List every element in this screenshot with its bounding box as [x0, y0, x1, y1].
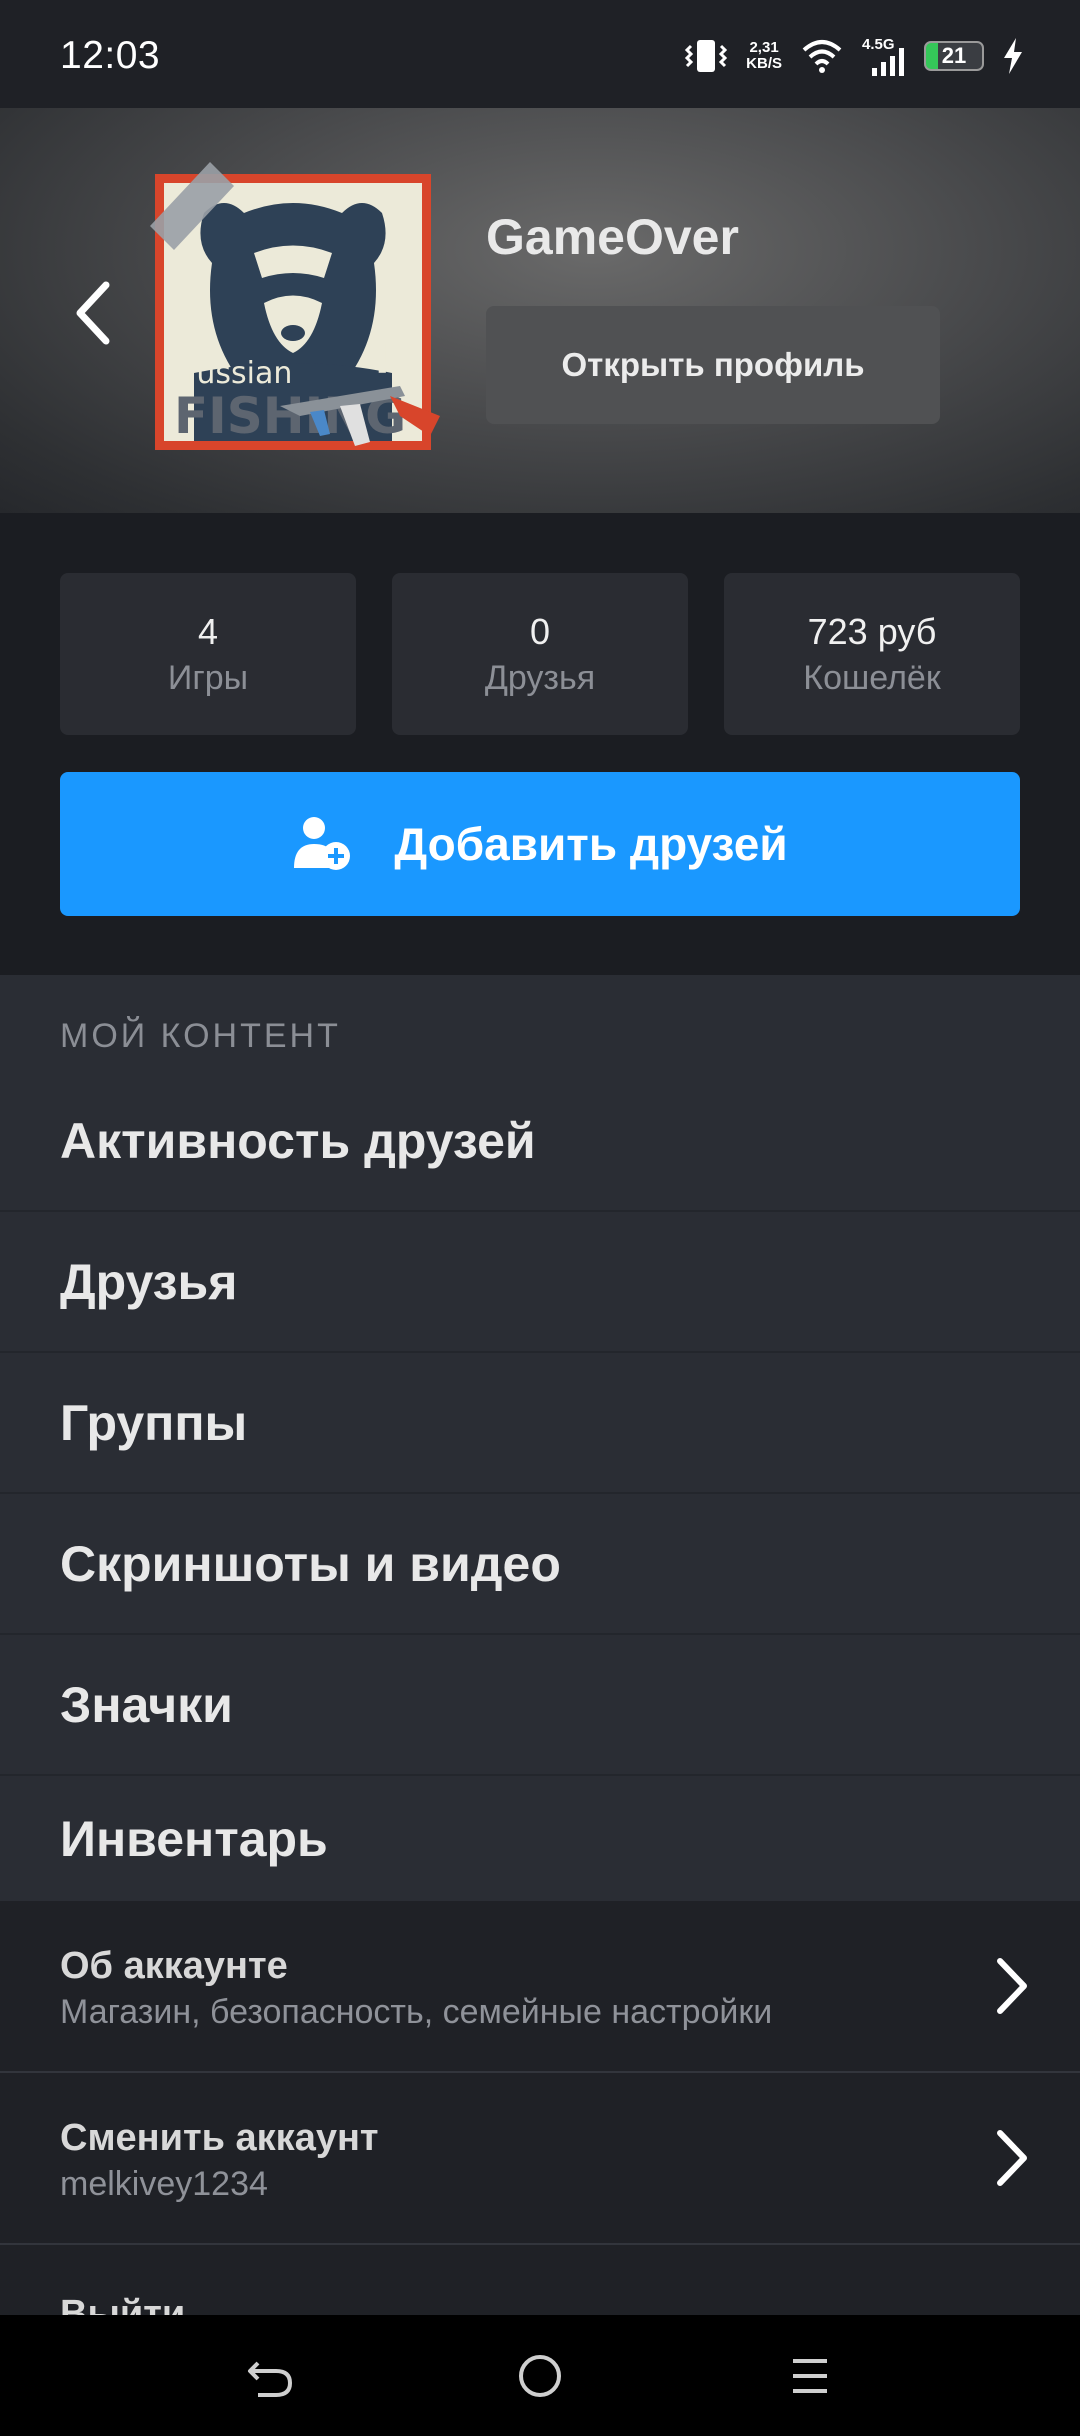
menu-item-label: Активность друзей	[60, 1112, 536, 1169]
menu-item-friends-activity[interactable]: Активность друзей	[0, 1071, 1080, 1212]
add-friends-label: Добавить друзей	[394, 818, 788, 870]
menu-item-label: Инвентарь	[60, 1810, 328, 1867]
nav-home-button[interactable]	[505, 2343, 575, 2409]
menu-item-label: Скриншоты и видео	[60, 1535, 561, 1592]
home-circle-icon	[519, 2355, 561, 2397]
section-title: МОЙ КОНТЕНТ	[60, 1017, 341, 1055]
stat-value: 723 руб	[807, 611, 937, 652]
system-navbar	[0, 2315, 1080, 2436]
status-bar: 12:03 2,31 KB/S 4.5G 21	[0, 0, 1080, 108]
nav-back-button[interactable]	[236, 2343, 306, 2409]
menu-item-screenshots[interactable]: Скриншоты и видео	[0, 1494, 1080, 1635]
chevron-right-icon	[997, 1958, 1027, 2014]
stats-section: 4 Игры 0 Друзья 723 руб Кошелёк Добавить…	[0, 513, 1080, 975]
stat-value: 4	[197, 611, 219, 652]
battery-level: 21	[941, 43, 967, 68]
vibrate-icon	[685, 40, 728, 72]
menu-item-badges[interactable]: Значки	[0, 1635, 1080, 1776]
chevron-right-icon	[997, 2130, 1027, 2186]
battery-icon: 21	[924, 41, 984, 71]
rifle-icon	[280, 386, 440, 446]
about-account-row[interactable]: Об аккаунте Магазин, безопасность, семей…	[0, 1901, 1080, 2073]
chevron-left-icon	[76, 281, 110, 345]
net-speed-unit: KB/S	[746, 55, 782, 72]
stat-label: Друзья	[484, 659, 596, 697]
stat-label: Игры	[167, 659, 249, 697]
net-speed-value: 2,31	[749, 39, 779, 56]
add-user-icon	[294, 817, 351, 870]
nav-menu-button[interactable]	[775, 2343, 845, 2409]
profile-header: russian 4 FISHING GameOver Открыть профи…	[0, 108, 1080, 513]
signal: 4.5G	[862, 36, 906, 76]
stat-friends[interactable]: 0 Друзья	[392, 573, 688, 735]
wifi-icon	[802, 40, 842, 73]
status-time: 12:03	[60, 34, 161, 77]
my-content-section: МОЙ КОНТЕНТ Активность друзей Друзья Гру…	[0, 975, 1080, 1901]
signal-icon	[872, 48, 904, 76]
back-arrow-icon	[248, 2361, 293, 2397]
avatar[interactable]: russian 4 FISHING	[140, 156, 450, 456]
menu-item-groups[interactable]: Группы	[0, 1353, 1080, 1494]
stat-wallet[interactable]: 723 руб Кошелёк	[724, 573, 1020, 735]
switch-account-username: melkivey1234	[60, 2165, 268, 2203]
back-button[interactable]	[62, 268, 122, 358]
switch-account-title: Сменить аккаунт	[60, 2117, 379, 2159]
charging-icon	[1004, 38, 1022, 74]
account-section: Об аккаунте Магазин, безопасность, семей…	[0, 1901, 1080, 2335]
avatar-text: russian	[184, 356, 292, 391]
menu-item-label: Друзья	[60, 1253, 238, 1310]
tape-icon	[150, 162, 234, 250]
stat-label: Кошелёк	[803, 659, 941, 697]
add-friends-button[interactable]: Добавить друзей	[60, 772, 1020, 916]
menu-item-friends[interactable]: Друзья	[0, 1212, 1080, 1353]
about-account-subtitle: Магазин, безопасность, семейные настройк…	[60, 1993, 773, 2031]
menu-icon	[793, 2359, 827, 2393]
menu-item-label: Группы	[60, 1394, 248, 1451]
status-icons: 2,31 KB/S 4.5G 21	[684, 36, 1024, 76]
stat-games[interactable]: 4 Игры	[60, 573, 356, 735]
menu-item-label: Значки	[60, 1676, 233, 1733]
open-profile-button[interactable]: Открыть профиль	[486, 306, 940, 424]
username: GameOver	[486, 209, 739, 265]
stat-value: 0	[529, 611, 551, 652]
switch-account-row[interactable]: Сменить аккаунт melkivey1234	[0, 2073, 1080, 2245]
net-speed: 2,31 KB/S	[746, 40, 782, 72]
menu-item-inventory[interactable]: Инвентарь	[0, 1776, 1080, 1901]
about-account-title: Об аккаунте	[60, 1945, 288, 1987]
